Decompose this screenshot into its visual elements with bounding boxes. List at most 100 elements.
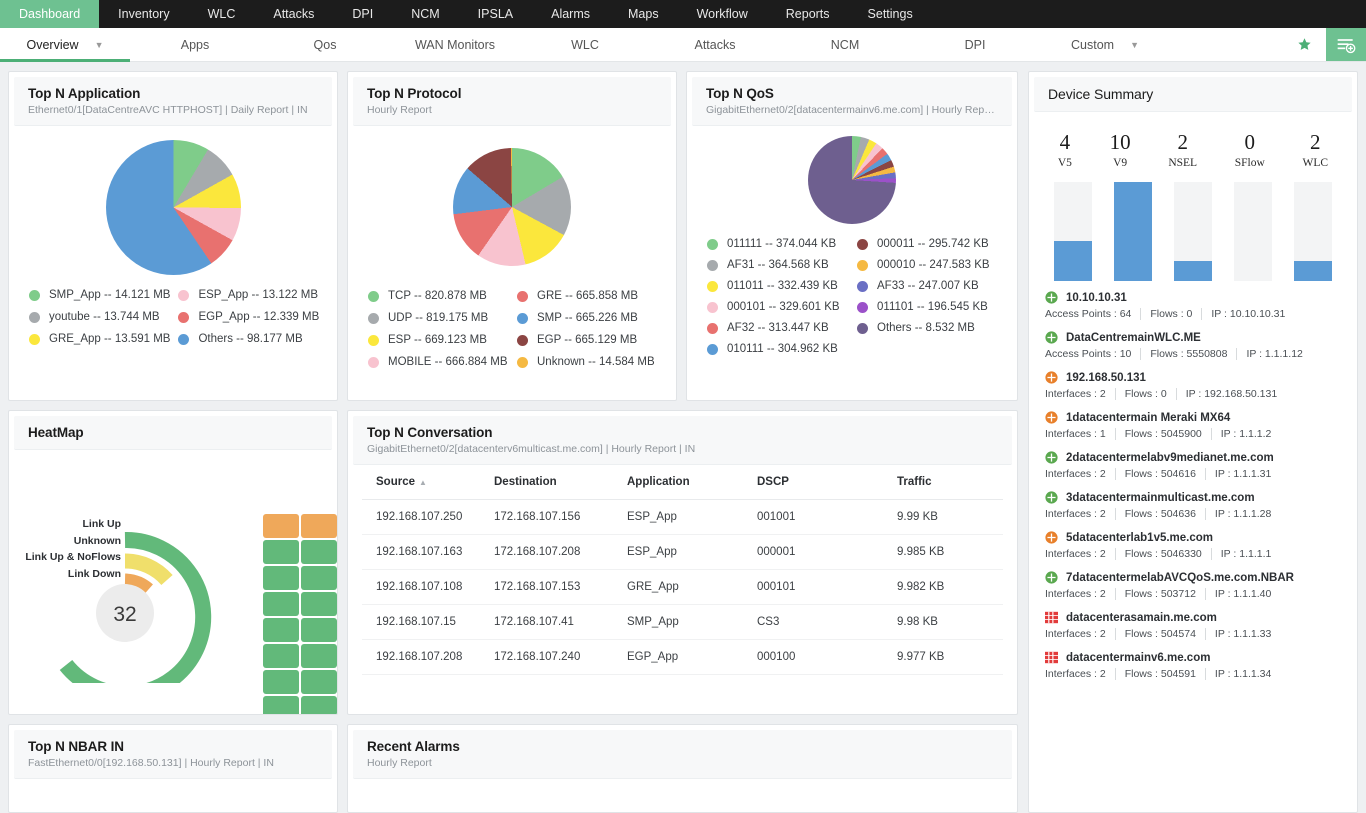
legend-item[interactable]: UDP -- 819.175 MB (368, 312, 509, 324)
heatmap-cell[interactable] (263, 618, 299, 642)
heatmap-cell[interactable] (263, 696, 299, 715)
table-row[interactable]: 192.168.107.15172.168.107.41SMP_AppCS39.… (362, 605, 1003, 640)
table-row[interactable]: 192.168.107.208172.168.107.240EGP_App000… (362, 640, 1003, 675)
tab-custom[interactable]: Custom▼ (1040, 28, 1170, 61)
tab-ncm[interactable]: NCM (780, 28, 910, 61)
chevron-down-icon[interactable]: ▼ (95, 40, 104, 50)
navbar-item-wlc[interactable]: WLC (189, 0, 255, 28)
column-header-traffic[interactable]: Traffic (897, 465, 1003, 500)
navbar-item-reports[interactable]: Reports (767, 0, 849, 28)
heatmap-cell[interactable] (301, 696, 337, 715)
favorite-button[interactable] (1283, 28, 1326, 61)
column-header-destination[interactable]: Destination (494, 465, 627, 500)
navbar-item-workflow[interactable]: Workflow (678, 0, 767, 28)
table-row[interactable]: 192.168.107.108172.168.107.153GRE_App000… (362, 570, 1003, 605)
device-counter-v9[interactable]: 10V9 (1110, 130, 1131, 169)
bar-v5[interactable] (1054, 182, 1092, 281)
tab-wan-monitors[interactable]: WAN Monitors (390, 28, 520, 61)
heatmap-cell[interactable] (263, 514, 299, 538)
device-list-item[interactable]: datacenterasamain.me.comInterfaces : 2Fl… (1045, 611, 1341, 640)
heatmap-cell[interactable] (301, 670, 337, 694)
legend-item[interactable]: AF32 -- 313.447 KB (707, 322, 849, 334)
device-list-item[interactable]: 1datacentermain Meraki MX64Interfaces : … (1045, 411, 1341, 440)
column-header-application[interactable]: Application (627, 465, 757, 500)
heatmap-cell[interactable] (301, 618, 337, 642)
device-list-item[interactable]: 10.10.10.31Access Points : 64Flows : 0IP… (1045, 291, 1341, 320)
heatmap-cell[interactable] (263, 670, 299, 694)
navbar-item-alarms[interactable]: Alarms (532, 0, 609, 28)
device-bar-chart[interactable] (1029, 169, 1357, 281)
legend-item[interactable]: ESP -- 669.123 MB (368, 334, 509, 346)
legend-item[interactable]: TCP -- 820.878 MB (368, 290, 509, 302)
device-list-item[interactable]: 2datacentermelabv9medianet.me.comInterfa… (1045, 451, 1341, 480)
legend-item[interactable]: SMP -- 665.226 MB (517, 312, 658, 324)
legend-item[interactable]: MOBILE -- 666.884 MB (368, 356, 509, 368)
navbar-item-attacks[interactable]: Attacks (254, 0, 333, 28)
heatmap-cell[interactable] (301, 592, 337, 616)
legend-item[interactable]: AF31 -- 364.568 KB (707, 259, 849, 271)
heatmap-cell[interactable] (301, 514, 337, 538)
chevron-down-icon[interactable]: ▼ (1130, 40, 1139, 50)
device-list-item[interactable]: 192.168.50.131Interfaces : 2Flows : 0IP … (1045, 371, 1341, 400)
legend-item[interactable]: 000011 -- 295.742 KB (857, 238, 999, 250)
heatmap-cell[interactable] (301, 566, 337, 590)
device-list-item[interactable]: DataCentremainWLC.MEAccess Points : 10Fl… (1045, 331, 1341, 360)
navbar-item-settings[interactable]: Settings (849, 0, 932, 28)
legend-item[interactable]: GRE -- 665.858 MB (517, 290, 658, 302)
navbar-item-ipsla[interactable]: IPSLA (459, 0, 532, 28)
device-list[interactable]: 10.10.10.31Access Points : 64Flows : 0IP… (1029, 281, 1357, 812)
pie-chart-application[interactable] (9, 126, 337, 275)
tab-attacks[interactable]: Attacks (650, 28, 780, 61)
tab-qos[interactable]: Qos (260, 28, 390, 61)
heatmap-cell[interactable] (301, 540, 337, 564)
legend-item[interactable]: 011111 -- 374.044 KB (707, 238, 849, 250)
legend-item[interactable]: 010111 -- 304.962 KB (707, 343, 849, 355)
legend-item[interactable]: ESP_App -- 13.122 MB (178, 289, 319, 301)
navbar-item-dpi[interactable]: DPI (333, 0, 392, 28)
heatmap-cell[interactable] (263, 566, 299, 590)
legend-item[interactable]: GRE_App -- 13.591 MB (29, 333, 170, 345)
heatmap-cell[interactable] (263, 644, 299, 668)
heatmap-cell[interactable] (263, 540, 299, 564)
device-counter-nsel[interactable]: 2NSEL (1168, 130, 1197, 169)
table-row[interactable]: 192.168.107.163172.168.107.208ESP_App000… (362, 535, 1003, 570)
legend-item[interactable]: Others -- 8.532 MB (857, 322, 999, 334)
device-counter-wlc[interactable]: 2WLC (1303, 130, 1329, 169)
pie-chart-protocol[interactable] (348, 126, 676, 266)
bar-sflow[interactable] (1234, 182, 1272, 281)
heatmap-donut[interactable]: 32 Link UpUnknownLink Up & NoFlowsLink D… (9, 466, 263, 715)
heatmap-cell[interactable] (263, 592, 299, 616)
device-list-item[interactable]: 7datacentermelabAVCQoS.me.com.NBARInterf… (1045, 571, 1341, 600)
tab-dpi[interactable]: DPI (910, 28, 1040, 61)
device-list-item[interactable]: datacentermainv6.me.comInterfaces : 2Flo… (1045, 651, 1341, 680)
legend-item[interactable]: Unknown -- 14.584 MB (517, 356, 658, 368)
column-header-source[interactable]: Source▲ (362, 465, 494, 500)
navbar-item-maps[interactable]: Maps (609, 0, 678, 28)
legend-item[interactable]: 000010 -- 247.583 KB (857, 259, 999, 271)
legend-item[interactable]: 000101 -- 329.601 KB (707, 301, 849, 313)
legend-item[interactable]: 011101 -- 196.545 KB (857, 301, 999, 313)
bar-v9[interactable] (1114, 182, 1152, 281)
navbar-item-ncm[interactable]: NCM (392, 0, 458, 28)
table-row[interactable]: 192.168.107.250172.168.107.156ESP_App001… (362, 500, 1003, 535)
legend-item[interactable]: AF33 -- 247.007 KB (857, 280, 999, 292)
legend-item[interactable]: SMP_App -- 14.121 MB (29, 289, 170, 301)
sort-ascending-icon[interactable]: ▲ (419, 478, 427, 487)
legend-item[interactable]: Others -- 98.177 MB (178, 333, 319, 345)
column-header-dscp[interactable]: DSCP (757, 465, 897, 500)
navbar-item-inventory[interactable]: Inventory (99, 0, 188, 28)
device-counter-sflow[interactable]: 0SFlow (1235, 130, 1265, 169)
tab-wlc[interactable]: WLC (520, 28, 650, 61)
legend-item[interactable]: 011011 -- 332.439 KB (707, 280, 849, 292)
tab-apps[interactable]: Apps (130, 28, 260, 61)
bar-nsel[interactable] (1174, 182, 1212, 281)
pie-chart-qos[interactable] (687, 126, 1017, 224)
tab-overview[interactable]: Overview▼ (0, 28, 130, 61)
device-counter-v5[interactable]: 4V5 (1058, 130, 1072, 169)
legend-item[interactable]: EGP -- 665.129 MB (517, 334, 658, 346)
device-list-item[interactable]: 5datacenterlab1v5.me.comInterfaces : 2Fl… (1045, 531, 1341, 560)
add-widget-button[interactable] (1326, 28, 1366, 61)
legend-item[interactable]: EGP_App -- 12.339 MB (178, 311, 319, 323)
heatmap-cell[interactable] (301, 644, 337, 668)
heatmap-grid[interactable] (263, 466, 337, 715)
